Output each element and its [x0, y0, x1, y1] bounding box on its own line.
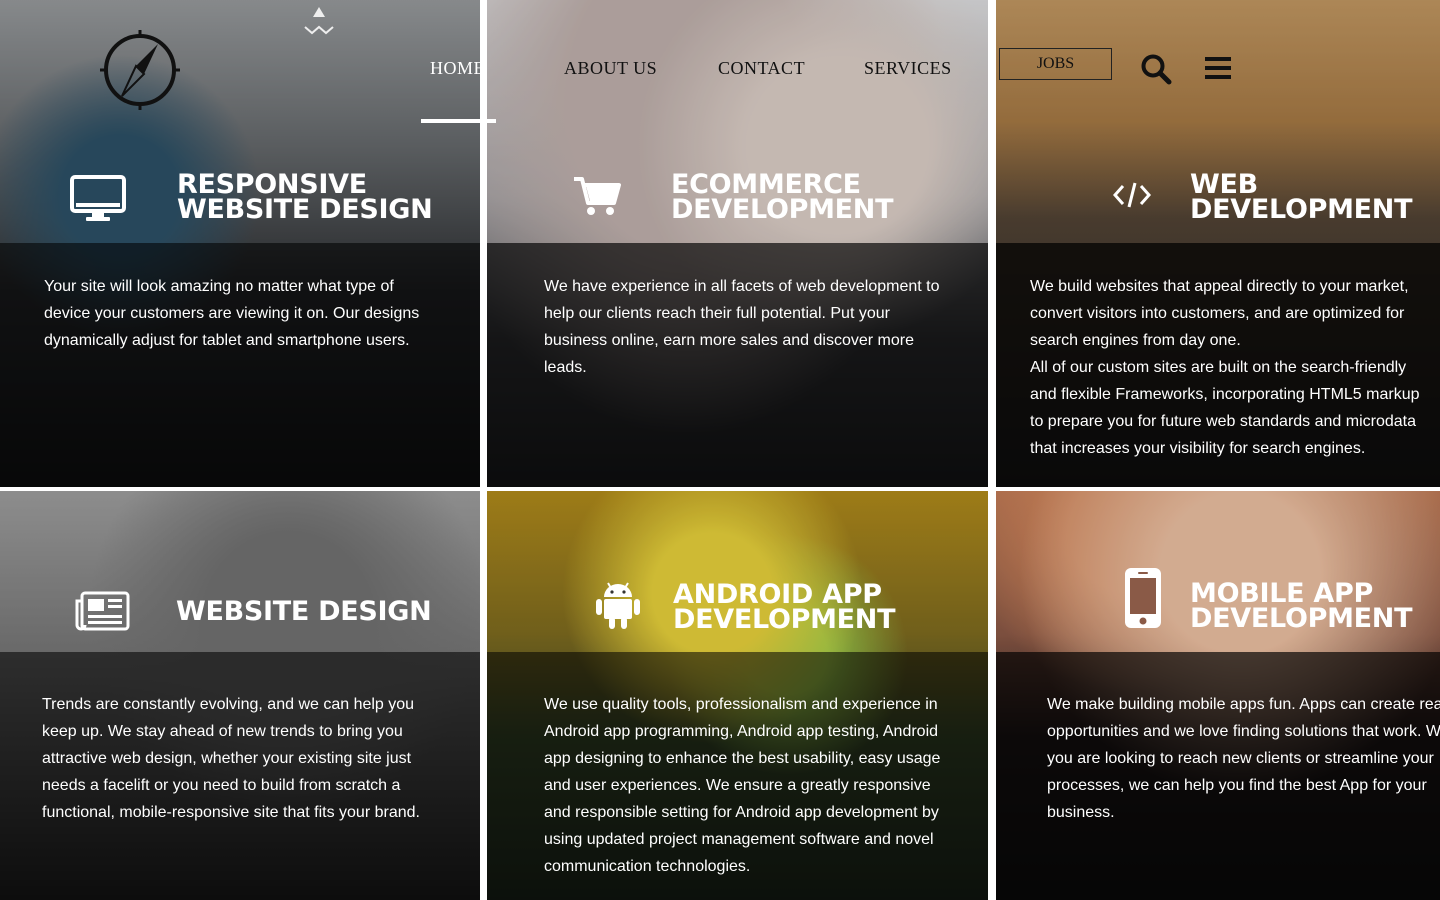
services-grid: RESPONSIVE WEBSITE DESIGN Your site will … [0, 0, 1440, 900]
service-description: Trends are constantly evolving, and we c… [42, 696, 420, 821]
service-title: ANDROID APP DEVELOPMENT [673, 579, 896, 635]
monitor-icon [70, 175, 126, 221]
nav-about-us[interactable]: ABOUT US [564, 58, 657, 79]
service-card-android[interactable]: ANDROID APP DEVELOPMENT We use quality to… [487, 491, 988, 900]
service-description: We build websites that appeal directly t… [1030, 273, 1435, 462]
service-description: Your site will look amazing no matter wh… [44, 278, 420, 349]
service-title: WEBSITE DESIGN [176, 596, 432, 627]
service-title: WEB DEVELOPMENT [1190, 169, 1413, 225]
services-column-1: RESPONSIVE WEBSITE DESIGN Your site will … [0, 0, 480, 900]
service-description-paragraph: We build websites that appeal directly t… [1030, 278, 1409, 349]
column-divider [988, 0, 996, 900]
nav-active-indicator [421, 119, 496, 123]
service-description: We have experience in all facets of web … [544, 278, 940, 376]
nav-contact[interactable]: CONTACT [718, 58, 805, 79]
android-icon [596, 582, 640, 629]
newspaper-icon [75, 591, 130, 631]
service-title: ECOMMERCE DEVELOPMENT [671, 169, 894, 225]
service-card-mobile-app[interactable]: MOBILE APP DEVELOPMENT We make building m… [996, 491, 1440, 900]
row-divider [0, 487, 1440, 491]
search-icon[interactable] [1140, 53, 1172, 85]
code-icon [1113, 182, 1151, 208]
cart-icon [574, 177, 621, 215]
service-title: MOBILE APP DEVELOPMENT [1190, 578, 1413, 634]
scroll-hint-icon [304, 7, 334, 35]
compass-logo[interactable] [98, 28, 182, 112]
service-title: RESPONSIVE WEBSITE DESIGN [177, 169, 433, 225]
services-column-2: ECOMMERCE DEVELOPMENT We have experience … [487, 0, 988, 900]
service-card-website-design[interactable]: WEBSITE DESIGN Trends are constantly evo… [0, 491, 480, 900]
service-description-paragraph: All of our custom sites are built on the… [1030, 359, 1420, 457]
hamburger-menu-icon[interactable] [1205, 57, 1231, 79]
nav-services[interactable]: SERVICES [864, 58, 952, 79]
nav-home[interactable]: HOME [430, 58, 485, 79]
services-column-3: WEB DEVELOPMENT We build websites that ap… [996, 0, 1440, 900]
service-description: We use quality tools, professionalism an… [544, 696, 941, 875]
jobs-button[interactable]: JOBS [999, 48, 1112, 80]
service-description: We make building mobile apps fun. Apps c… [1047, 696, 1440, 821]
column-divider [480, 0, 487, 900]
site-header: HOME ABOUT US CONTACT SERVICES JOBS [0, 0, 1440, 130]
mobile-phone-icon [1125, 568, 1161, 628]
